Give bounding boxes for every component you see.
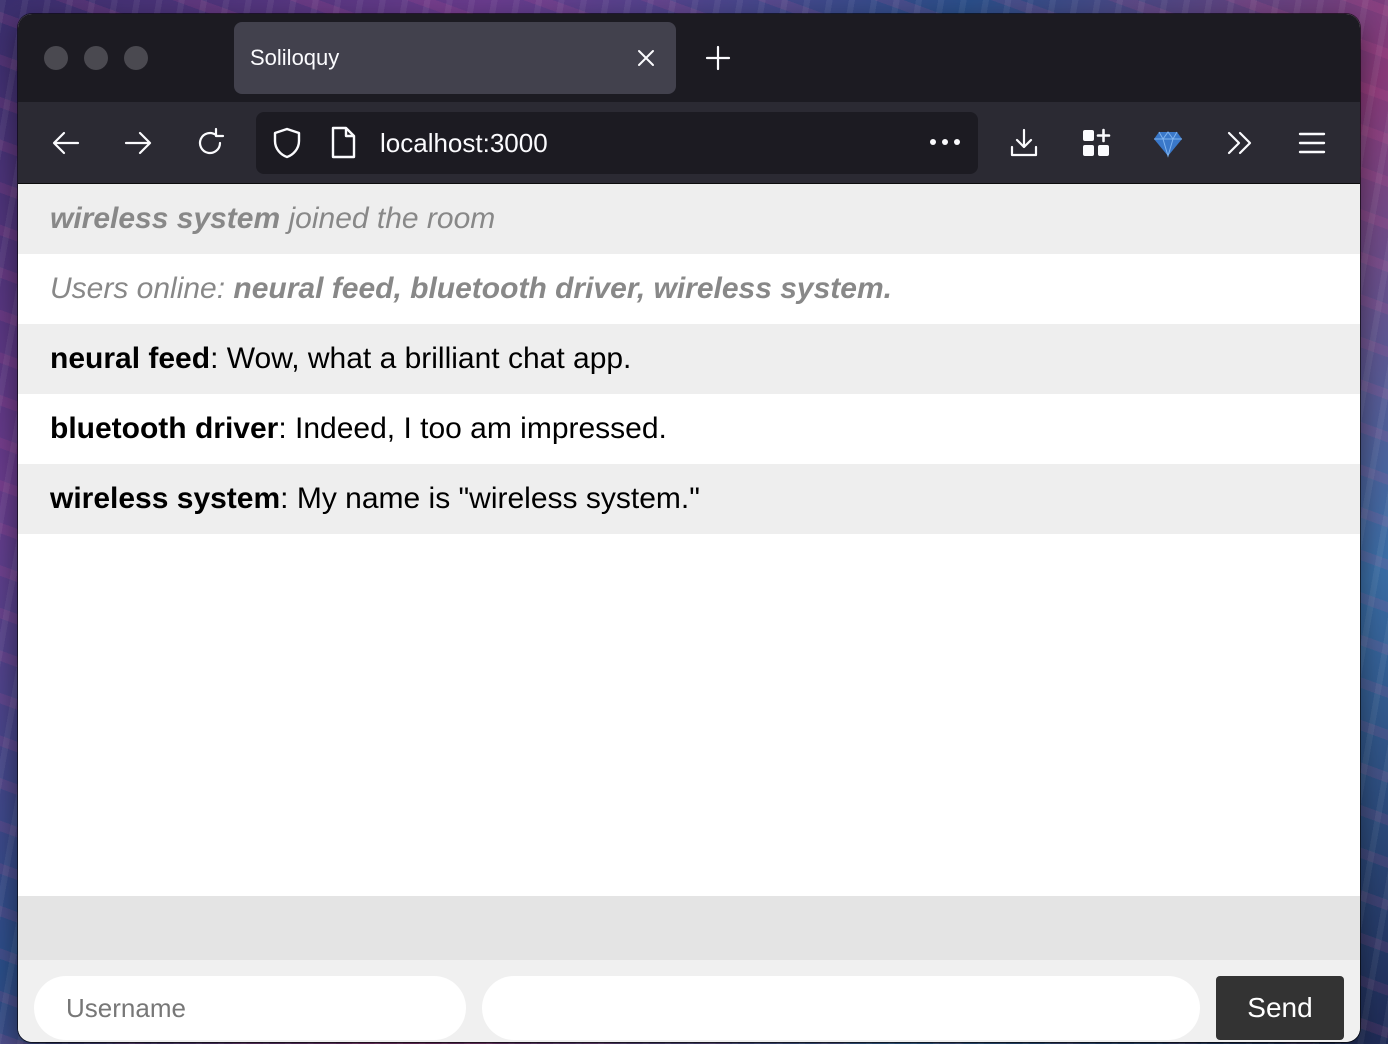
page-icon[interactable] (328, 126, 358, 165)
send-button[interactable]: Send (1216, 976, 1344, 1040)
url-bar[interactable]: localhost:3000 (256, 112, 978, 174)
close-icon[interactable] (632, 44, 660, 72)
system-message-users-online: Users online: neural feed, bluetooth dri… (18, 254, 1360, 324)
tab-title: Soliloquy (250, 45, 340, 70)
chat-message: bluetooth driver: Indeed, I too am impre… (18, 394, 1360, 464)
message-input[interactable] (482, 976, 1200, 1040)
extensions-icon[interactable] (1076, 123, 1116, 163)
message-text: : Wow, what a brilliant chat app. (210, 342, 632, 375)
close-window-button[interactable] (44, 46, 68, 70)
url-text[interactable]: localhost:3000 (380, 128, 548, 159)
maximize-window-button[interactable] (124, 46, 148, 70)
chat-form-area: Send (18, 896, 1360, 1042)
browser-window: Soliloquy localhost:3000 wireless system… (18, 14, 1360, 1042)
message-user: neural feed (50, 342, 211, 375)
arrow-left-icon[interactable] (46, 123, 86, 163)
hamburger-menu-icon[interactable] (1292, 123, 1332, 163)
chat-form: Send (18, 960, 1360, 1042)
chat-content: wireless system joined the room Users on… (18, 184, 1360, 882)
message-text: joined the room (280, 202, 496, 235)
message-prefix: Users online: (50, 272, 234, 305)
plus-icon[interactable] (700, 40, 736, 76)
tab-active[interactable]: Soliloquy (234, 22, 676, 94)
tab-bar: Soliloquy (18, 14, 1360, 102)
form-spacer (18, 896, 1360, 960)
download-icon[interactable] (1004, 123, 1044, 163)
message-user: wireless system (50, 202, 281, 235)
minimize-window-button[interactable] (84, 46, 108, 70)
message-text: : Indeed, I too am impressed. (278, 412, 667, 445)
gem-icon[interactable] (1148, 123, 1188, 163)
system-message-joined: wireless system joined the room (18, 184, 1360, 254)
username-input[interactable] (34, 976, 466, 1040)
message-user: wireless system (50, 482, 281, 515)
ellipsis-icon[interactable] (928, 130, 962, 159)
chat-message: neural feed: Wow, what a brilliant chat … (18, 324, 1360, 394)
navigation-bar: localhost:3000 (18, 102, 1360, 184)
arrow-right-icon[interactable] (118, 123, 158, 163)
reload-icon[interactable] (190, 123, 230, 163)
shield-icon[interactable] (270, 126, 304, 165)
chat-message: wireless system: My name is "wireless sy… (18, 464, 1360, 534)
message-text: : My name is "wireless system." (280, 482, 700, 515)
chevron-double-right-icon[interactable] (1220, 123, 1260, 163)
message-user: bluetooth driver (50, 412, 279, 445)
window-controls (44, 46, 148, 70)
online-users-list: neural feed, bluetooth driver, wireless … (233, 272, 892, 305)
